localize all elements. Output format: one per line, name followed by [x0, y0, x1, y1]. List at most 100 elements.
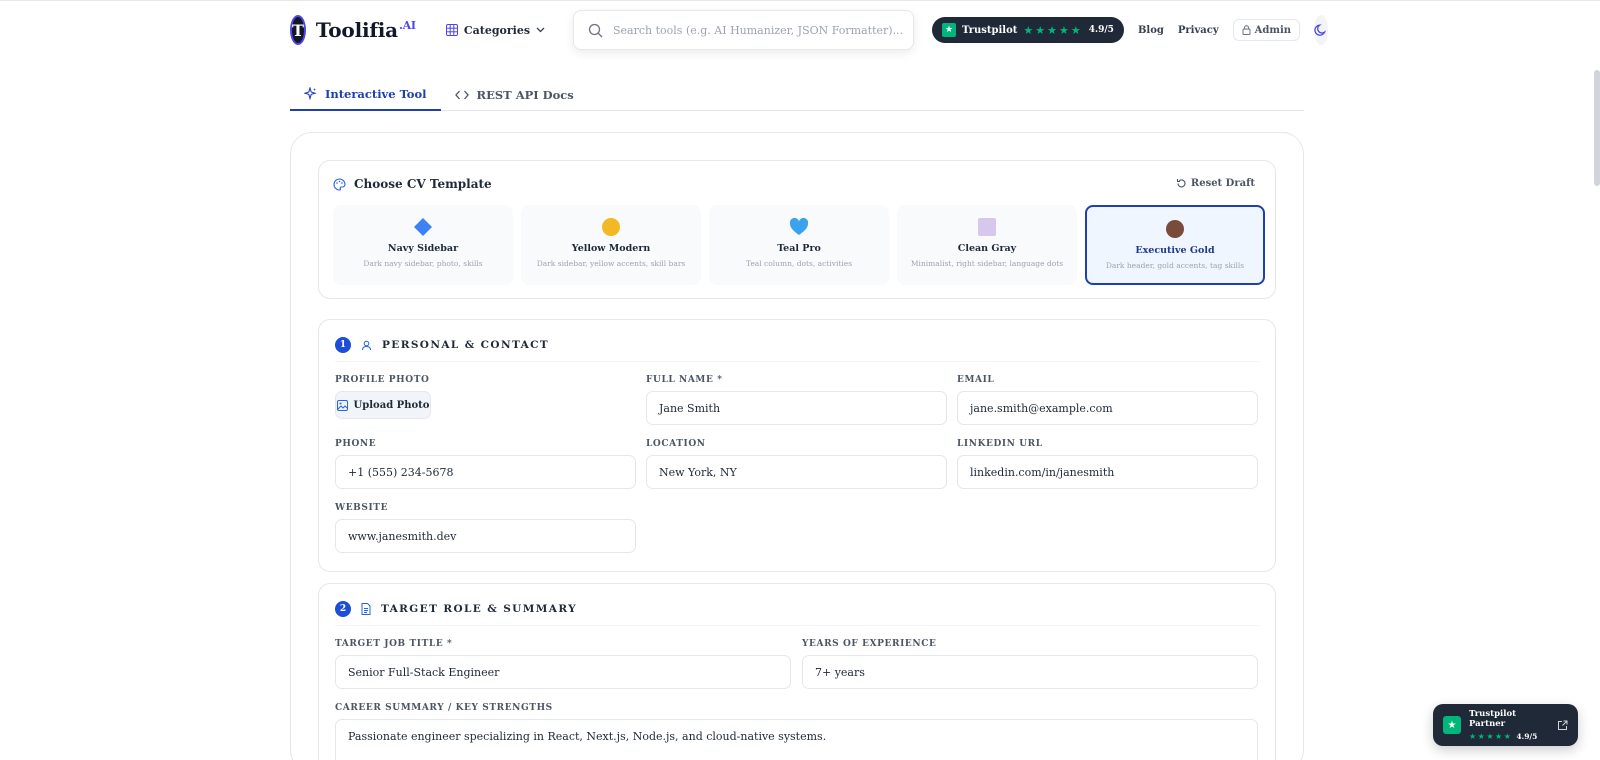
template-desc: Dark header, gold accents, tag skills	[1105, 261, 1245, 270]
yellow-circle-icon	[602, 218, 620, 236]
email-field: EMAIL jane.smith@example.com	[957, 375, 1258, 425]
trustpilot-partner-badge[interactable]: ★ Trustpilot Partner ★★★★★ 4.9/5	[1433, 704, 1578, 746]
location-field: LOCATION New York, NY	[646, 439, 947, 489]
trustpilot-star-icon: ★	[1443, 716, 1461, 734]
template-heading-label: Choose CV Template	[354, 177, 492, 191]
lock-icon	[1242, 25, 1251, 35]
section-title: TARGET ROLE & SUMMARY	[381, 603, 578, 615]
section-number: 2	[335, 601, 351, 617]
upload-label: Upload Photo	[353, 399, 430, 411]
template-card-navy-sidebar[interactable]: Navy Sidebar Dark navy sidebar, photo, s…	[333, 205, 513, 285]
document-icon	[361, 603, 371, 615]
template-list: Navy Sidebar Dark navy sidebar, photo, s…	[333, 205, 1265, 285]
theme-toggle[interactable]	[1314, 15, 1329, 45]
template-card-clean-gray[interactable]: Clean Gray Minimalist, right sidebar, la…	[897, 205, 1077, 285]
linkedin-field: LINKEDIN URL linkedin.com/in/janesmith	[957, 439, 1258, 489]
admin-label: Admin	[1254, 24, 1292, 36]
rating-stars: ★★★★★	[1469, 732, 1513, 741]
logo[interactable]: T	[290, 15, 306, 45]
trustpilot-label: Trustpilot	[962, 24, 1018, 36]
palette-icon	[333, 177, 346, 191]
location-input[interactable]: New York, NY	[646, 455, 947, 489]
template-desc: Dark navy sidebar, photo, skills	[363, 259, 483, 268]
full-name-input[interactable]: Jane Smith	[646, 391, 947, 425]
phone-input[interactable]: +1 (555) 234-5678	[335, 455, 636, 489]
tab-bar: Interactive Tool REST API Docs	[290, 78, 1304, 111]
nav-privacy-link[interactable]: Privacy	[1178, 25, 1219, 36]
page-scrollbar[interactable]	[1594, 70, 1600, 186]
tab-label: Interactive Tool	[325, 86, 427, 101]
template-card-teal-pro[interactable]: Teal Pro Teal column, dots, activities	[709, 205, 889, 285]
lilac-square-icon	[978, 218, 996, 236]
tab-rest-api-docs[interactable]: REST API Docs	[441, 78, 588, 111]
badge-rating: 4.9/5	[1516, 732, 1538, 741]
reset-draft-button[interactable]: Reset Draft	[1176, 178, 1255, 189]
section-divider	[335, 625, 1259, 626]
template-name: Yellow Modern	[571, 243, 651, 254]
years-experience-input[interactable]: 7+ years	[802, 655, 1258, 689]
nav-blog-link[interactable]: Blog	[1138, 25, 1164, 36]
template-desc: Teal column, dots, activities	[745, 259, 853, 268]
field-label: LOCATION	[646, 439, 706, 449]
section-header: 2 TARGET ROLE & SUMMARY	[335, 601, 577, 617]
section-divider	[335, 361, 1259, 362]
template-desc: Minimalist, right sidebar, language dots	[910, 259, 1064, 268]
section-title: PERSONAL & CONTACT	[382, 339, 550, 351]
grid-icon	[445, 24, 458, 36]
field-label: LINKEDIN URL	[957, 439, 1043, 449]
template-card-executive-gold[interactable]: Executive Gold Dark header, gold accents…	[1085, 205, 1265, 285]
email-input[interactable]: jane.smith@example.com	[957, 391, 1258, 425]
reset-label: Reset Draft	[1190, 178, 1255, 189]
field-label: EMAIL	[957, 375, 995, 385]
rating-stars: ★★★★★	[1023, 23, 1083, 37]
categories-dropdown[interactable]: Categories	[445, 24, 545, 37]
section-number: 1	[335, 337, 351, 353]
reset-icon	[1176, 179, 1186, 188]
field-label: FULL NAME *	[646, 375, 723, 385]
template-picker: Choose CV Template Reset Draft Navy Side…	[318, 160, 1276, 299]
field-label: TARGET JOB TITLE *	[335, 639, 453, 649]
brand-name[interactable]: Toolifia.AI	[316, 18, 416, 42]
website-input[interactable]: www.janesmith.dev	[335, 519, 636, 553]
search-icon	[588, 23, 603, 37]
target-role-section: 2 TARGET ROLE & SUMMARY TARGET JOB TITLE…	[318, 583, 1276, 760]
template-card-yellow-modern[interactable]: Yellow Modern Dark sidebar, yellow accen…	[521, 205, 701, 285]
code-icon	[454, 90, 469, 99]
personal-contact-section: 1 PERSONAL & CONTACT PROFILE PHOTO Uploa…	[318, 319, 1276, 572]
linkedin-input[interactable]: linkedin.com/in/janesmith	[957, 455, 1258, 489]
full-name-field: FULL NAME * Jane Smith	[646, 375, 947, 425]
user-icon	[362, 340, 371, 350]
trustpilot-badge[interactable]: ★ Trustpilot ★★★★★ 4.9/5	[932, 17, 1124, 43]
sparkle-icon	[304, 87, 317, 100]
field-label: WEBSITE	[335, 503, 389, 513]
header: T Toolifia.AI Categories ★ Trustpilot ★★…	[290, 10, 1329, 50]
brand-suffix: .AI	[398, 19, 416, 33]
template-heading: Choose CV Template	[333, 177, 492, 191]
years-experience-field: YEARS OF EXPERIENCE 7+ years	[802, 639, 1258, 689]
template-desc: Dark sidebar, yellow accents, skill bars	[536, 259, 686, 268]
top-border	[0, 0, 1600, 1]
badge-title: Trustpilot Partner	[1469, 709, 1517, 729]
field-label: YEARS OF EXPERIENCE	[802, 639, 937, 649]
tab-label: REST API Docs	[476, 87, 574, 102]
blue-heart-icon	[789, 217, 809, 235]
chevron-down-icon	[536, 27, 545, 33]
brand-text: Toolifia	[315, 18, 398, 42]
career-summary-textarea[interactable]: Passionate engineer specializing in Reac…	[335, 719, 1258, 760]
template-name: Executive Gold	[1135, 245, 1215, 256]
field-label: PROFILE PHOTO	[335, 375, 430, 385]
career-summary-field: CAREER SUMMARY / KEY STRENGTHS Passionat…	[335, 703, 1258, 760]
job-title-input[interactable]: Senior Full-Stack Engineer	[335, 655, 791, 689]
search-bar[interactable]	[573, 10, 915, 50]
admin-button[interactable]: Admin	[1232, 19, 1301, 41]
job-title-field: TARGET JOB TITLE * Senior Full-Stack Eng…	[335, 639, 791, 689]
upload-photo-button[interactable]: Upload Photo	[335, 391, 431, 419]
phone-field: PHONE +1 (555) 234-5678	[335, 439, 636, 489]
profile-photo-field: PROFILE PHOTO Upload Photo	[335, 375, 635, 419]
website-field: WEBSITE www.janesmith.dev	[335, 503, 636, 553]
tab-interactive-tool[interactable]: Interactive Tool	[290, 78, 441, 111]
field-label: PHONE	[335, 439, 377, 449]
trustpilot-star-icon: ★	[942, 23, 957, 37]
template-name: Navy Sidebar	[387, 243, 459, 254]
search-input[interactable]	[613, 23, 914, 37]
